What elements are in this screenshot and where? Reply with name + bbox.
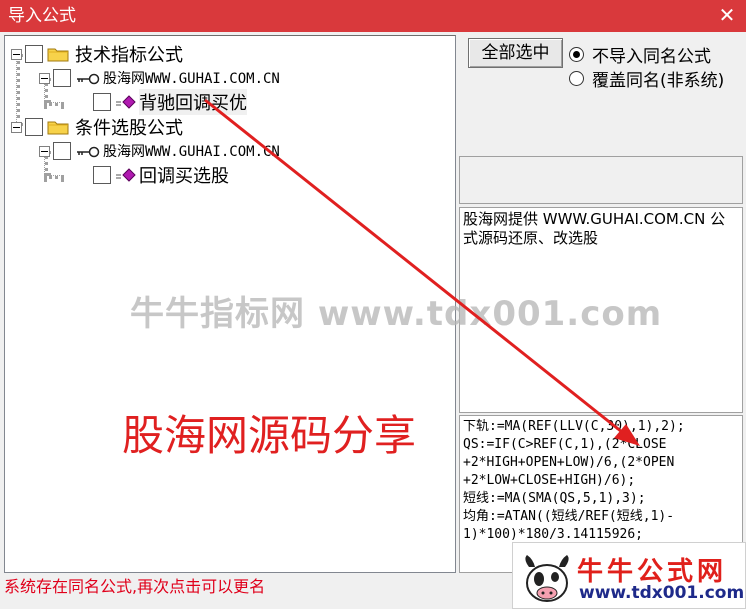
checkbox[interactable] (93, 93, 111, 111)
minus-box-icon[interactable] (39, 72, 50, 84)
logo-url: www.tdx001.com (579, 583, 745, 603)
code-line: QS:=IF(C>REF(C,1),(2*CLOSE (463, 437, 667, 452)
tree-node-label: 条件选股公式 (75, 118, 183, 139)
radio-label: 不导入同名公式 (592, 47, 711, 67)
tree-node-screener-group[interactable]: 条件选股公式 (11, 115, 183, 139)
formula-icon (115, 167, 137, 183)
cow-icon (525, 555, 569, 602)
code-line: 均角:=ATAN((短线/REF(短线,1)- (463, 509, 675, 524)
radio-button[interactable] (569, 47, 584, 62)
status-text: 系统存在同名公式,再次点击可以更名 (4, 577, 266, 596)
tree-line (44, 175, 64, 179)
minus-box-icon[interactable] (11, 121, 22, 133)
checkbox[interactable] (25, 118, 43, 136)
checkbox[interactable] (25, 45, 43, 63)
radio-label: 覆盖同名(非系统) (592, 71, 725, 91)
watermark: 牛牛指标网 www.tdx001.com (130, 294, 663, 334)
tree-node-source[interactable]: 股海网WWW.GUHAI.COM.CN (39, 139, 280, 163)
title-bar: 导入公式 ✕ (0, 0, 746, 32)
tree-node-label: 回调买选股 (139, 166, 229, 187)
tree-node-formula[interactable]: 背驰回调买优 (93, 89, 247, 115)
tree-node-label: 技术指标公式 (75, 45, 183, 66)
minus-box-icon[interactable] (11, 48, 22, 60)
minus-box-icon[interactable] (39, 145, 50, 157)
dialog-body: 技术指标公式 股海网WWW.GUHAI.COM.CN 背驰回调买优 条件选股公式 (0, 32, 746, 609)
radio-button[interactable] (569, 71, 584, 86)
formula-icon (115, 94, 137, 110)
key-icon (75, 71, 101, 85)
radio-no-import[interactable]: 不导入同名公式 (569, 42, 711, 67)
select-all-button[interactable]: 全部选中 (468, 38, 563, 68)
tree-node-label: 背驰回调买优 (139, 89, 247, 115)
tree-node-formula[interactable]: 回调买选股 (93, 163, 229, 187)
checkbox[interactable] (53, 69, 71, 87)
checkbox[interactable] (53, 142, 71, 160)
code-line: +2*HIGH+OPEN+LOW)/6,(2*OPEN (463, 455, 675, 470)
folder-icon (47, 46, 69, 62)
checkbox[interactable] (93, 166, 111, 184)
info-box (459, 156, 743, 204)
radio-overwrite[interactable]: 覆盖同名(非系统) (569, 66, 724, 91)
tree-line (44, 102, 64, 106)
key-icon (75, 144, 101, 158)
share-caption: 股海网源码分享 (122, 411, 417, 460)
tree-node-source[interactable]: 股海网WWW.GUHAI.COM.CN (39, 66, 280, 90)
code-line: 下轨:=MA(REF(LLV(C,30),1),2); (463, 419, 685, 434)
code-line: +2*LOW+CLOSE+HIGH)/6); (463, 473, 636, 488)
folder-icon (47, 119, 69, 135)
tree-node-label: 股海网WWW.GUHAI.COM.CN (103, 144, 280, 160)
code-line: 短线:=MA(SMA(QS,5,1),3); (463, 491, 646, 506)
window-title: 导入公式 (8, 6, 76, 26)
tree-node-indicator-group[interactable]: 技术指标公式 (11, 42, 183, 66)
site-logo: 牛牛公式网 www.tdx001.com (512, 542, 746, 609)
tree-node-label: 股海网WWW.GUHAI.COM.CN (103, 71, 280, 87)
close-button[interactable]: ✕ (716, 4, 738, 26)
